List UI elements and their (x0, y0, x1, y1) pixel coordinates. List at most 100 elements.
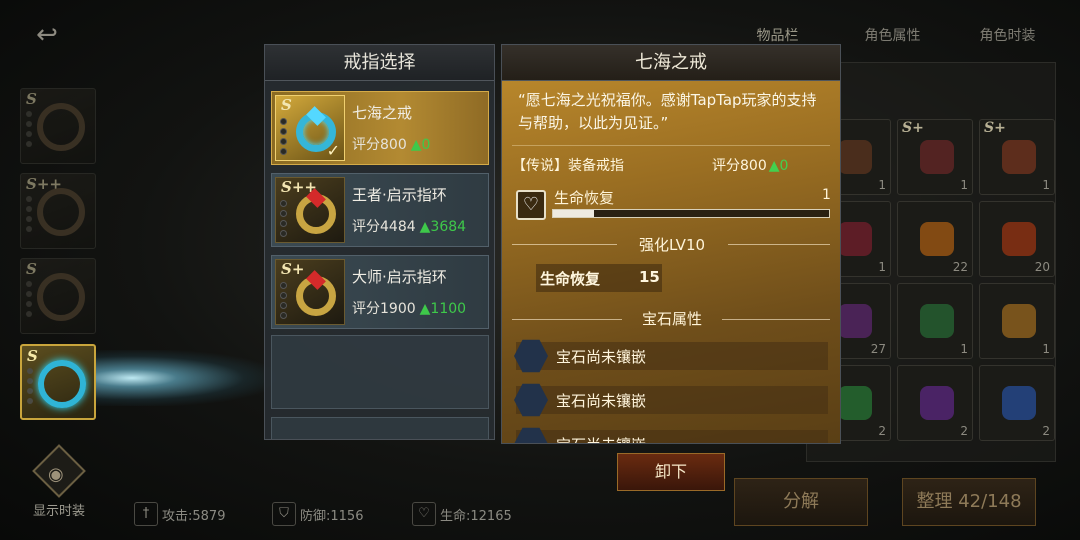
socket-dot (26, 311, 32, 317)
ring-detail-panel: 七海之戒 “愿七海之光祝福你。感谢TapTap玩家的支持与帮助，以此为见证。” … (501, 44, 841, 444)
item-icon (838, 386, 872, 420)
selection-beam (96, 350, 276, 406)
socket-dots (27, 368, 33, 408)
ring-option[interactable]: S+ 大师·启示指环评分1900 ▲1100 (271, 255, 489, 329)
gem-slot[interactable]: 宝石尚未镶嵌 (514, 339, 828, 373)
socket-dot (280, 302, 287, 309)
item-count: 1 (1042, 342, 1050, 356)
socket-dots (280, 282, 287, 322)
socket-dot (27, 378, 33, 384)
grade-label: S+ (902, 120, 924, 136)
grade-label: S+ (281, 260, 305, 278)
item-count: 27 (870, 342, 886, 356)
ring-score: 评分800 ▲0 (352, 134, 430, 154)
socket-dot (280, 292, 287, 299)
ring-thumbnail (37, 188, 85, 236)
inventory-slot[interactable]: S+ 1 (979, 119, 1055, 195)
socket-dot (280, 148, 287, 155)
ring-option[interactable]: S ✓ 七海之戒 评分800 ▲0 (271, 91, 489, 165)
equipment-slot[interactable]: S (20, 344, 96, 420)
equipment-slot[interactable]: S (20, 258, 96, 334)
back-arrow-icon[interactable]: ↩ (30, 20, 64, 50)
socket-dot (26, 226, 32, 232)
socket-dot (280, 128, 287, 135)
shield-icon: ⛉ (272, 502, 296, 526)
item-icon (920, 222, 954, 256)
divider (722, 319, 830, 320)
ring-thumbnail (38, 360, 86, 408)
enhance-stat-name: 生命恢复 (540, 270, 601, 288)
gem-slot-label: 宝石尚未镶嵌 (556, 348, 647, 366)
detail-score: 评分800 ▲0 (712, 155, 788, 175)
socket-dot (280, 200, 287, 207)
inventory-tab[interactable]: 角色属性 (835, 20, 950, 52)
ring-option[interactable]: S++ 王者·启示指环 评分4484 ▲3684 (271, 173, 489, 247)
stat-2: ♡ 生命:12165 (412, 502, 512, 526)
equipment-slot[interactable]: S (20, 88, 96, 164)
empty-gem-socket-icon (514, 339, 548, 373)
ring-name: 七海之戒 (352, 104, 413, 122)
equipment-slot[interactable]: S++ (20, 173, 96, 249)
stat-0: † 攻击:5879 (134, 502, 225, 526)
inventory-slot[interactable]: 20 (979, 201, 1055, 277)
grade-label: S (281, 96, 292, 114)
gem-slot[interactable]: 宝石尚未镶嵌 (514, 383, 828, 417)
item-count: 1 (960, 342, 968, 356)
inventory-slot[interactable]: S+ 1 (897, 119, 973, 195)
detail-score-delta-value: 0 (779, 158, 789, 174)
ring-name: 王者·启示指环 (352, 186, 447, 204)
item-icon (838, 304, 872, 338)
inventory-slot[interactable]: 2 (979, 365, 1055, 441)
socket-dots (280, 200, 287, 240)
sword-icon: † (134, 502, 158, 526)
detail-score-delta: ▲0 (768, 158, 789, 174)
hp-regen-value: 1 (822, 187, 831, 203)
socket-dot (27, 368, 33, 374)
inventory-slot[interactable]: 2 (897, 365, 973, 441)
gem-slot[interactable]: 宝石尚未镶嵌 (514, 427, 828, 443)
stat-text: 生命:12165 (440, 508, 512, 524)
socket-dot (26, 291, 32, 297)
grade-label: S (26, 260, 37, 278)
socket-dots (26, 111, 32, 151)
inventory-slot[interactable]: 22 (897, 201, 973, 277)
empty-ring-slot (271, 417, 489, 439)
socket-dot (280, 282, 287, 289)
inventory-slot[interactable]: 1 (897, 283, 973, 359)
ring-selection-panel: 戒指选择 S ✓ 七海之戒 评分800 ▲0 S++ 王者·启示指环 评分4484 ▲3684 S… (264, 44, 495, 440)
ring-score-delta-value: 1100 (430, 301, 467, 317)
show-fashion-toggle[interactable]: ◉ 显示时装 (28, 444, 90, 519)
ring-score-delta: ▲3684 (419, 219, 467, 235)
item-icon (920, 140, 954, 174)
sort-button[interactable]: 整理 42/148 (902, 478, 1036, 526)
detail-score-text: 评分800 (712, 158, 767, 174)
socket-dot (27, 388, 33, 394)
socket-dot (26, 281, 32, 287)
unequip-button[interactable]: 卸下 (617, 453, 725, 491)
item-count: 2 (960, 424, 968, 438)
ring-panel-title: 戒指选择 (265, 45, 494, 81)
item-icon (920, 304, 954, 338)
socket-dot (280, 230, 287, 237)
item-count: 22 (952, 260, 968, 274)
item-count: 1 (1042, 178, 1050, 192)
ring-score-delta: ▲0 (410, 137, 431, 153)
socket-dots (26, 196, 32, 236)
ring-score-delta-value: 3684 (430, 219, 467, 235)
socket-dot (26, 111, 32, 117)
divider (728, 244, 830, 245)
inventory-tab[interactable]: 角色时装 (950, 20, 1065, 52)
ring-description: “愿七海之光祝福你。感谢TapTap玩家的支持与帮助，以此为见证。” (518, 91, 817, 132)
item-count: 2 (878, 424, 886, 438)
socket-dots (26, 281, 32, 321)
item-icon (920, 386, 954, 420)
decompose-button[interactable]: 分解 (734, 478, 868, 526)
ring-name: 大师·启示指环 (352, 268, 447, 286)
grade-label: S (26, 90, 37, 108)
ring-score: 评分1900 ▲1100 (352, 298, 466, 318)
item-icon (838, 140, 872, 174)
socket-dot (280, 312, 287, 319)
inventory-slot[interactable]: 1 (979, 283, 1055, 359)
item-count: 1 (960, 178, 968, 192)
stat-text: 防御:1156 (300, 508, 364, 524)
